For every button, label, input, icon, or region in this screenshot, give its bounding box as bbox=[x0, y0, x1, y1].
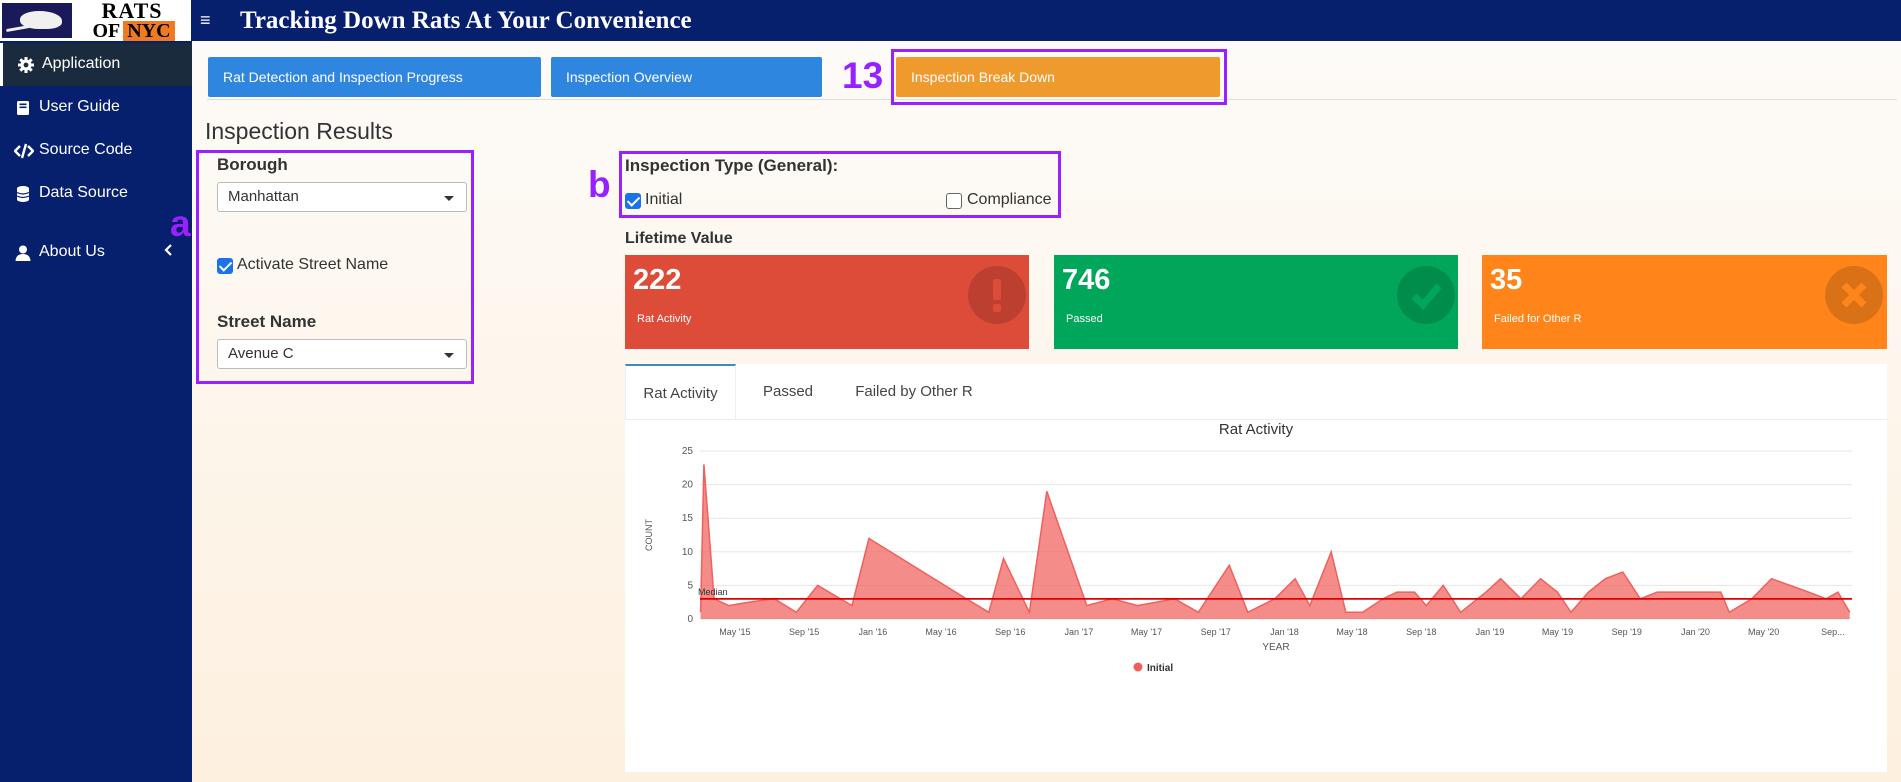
main-content: Rat Detection and Inspection Progress In… bbox=[170, 41, 1901, 782]
borough-select-value: Manhattan bbox=[228, 188, 299, 205]
annotation-label-13: 13 bbox=[842, 55, 884, 96]
check-icon bbox=[1397, 266, 1455, 324]
y-tick-label: 0 bbox=[687, 614, 693, 625]
value-box-number: 35 bbox=[1490, 264, 1523, 296]
x-tick-label: May '17 bbox=[1131, 627, 1162, 637]
rats-of-nyc-logo[interactable]: RATS OF NYC bbox=[0, 0, 191, 41]
value-box-rat-activity: 222 Rat Activity bbox=[625, 255, 1029, 349]
x-tick-label: May '16 bbox=[925, 627, 956, 637]
inspection-type-label: Inspection Type (General): bbox=[625, 156, 839, 175]
rat-logo-icon bbox=[2, 3, 72, 38]
y-axis-label: COUNT bbox=[644, 519, 654, 551]
y-tick-label: 20 bbox=[682, 480, 694, 491]
x-tick-label: May '20 bbox=[1748, 627, 1779, 637]
logo-word-nyc: NYC bbox=[123, 21, 175, 41]
rat-activity-chart: Rat Activity 0 5 10 15 20 25 COUNT May '15 Sep '1… bbox=[644, 421, 1852, 674]
tab-inspection-overview[interactable]: Inspection Overview bbox=[551, 57, 822, 97]
sidebar-item-label: Source Code bbox=[39, 141, 133, 158]
page-title: Inspection Results bbox=[205, 118, 393, 144]
x-tick-label: Sep '16 bbox=[995, 627, 1025, 637]
logo-word-rats: RATS bbox=[74, 0, 190, 22]
hamburger-icon[interactable]: ≡ bbox=[200, 8, 222, 32]
y-tick-label: 10 bbox=[682, 547, 694, 558]
sidebar-item-user-guide[interactable]: User Guide bbox=[0, 86, 192, 129]
activate-street-name-label: Activate Street Name bbox=[237, 256, 389, 273]
sidebar-item-label: Data Source bbox=[39, 184, 128, 201]
lifetime-value-title: Lifetime Value bbox=[625, 230, 733, 247]
gear-icon bbox=[17, 56, 35, 74]
x-tick-label: May '19 bbox=[1542, 627, 1573, 637]
sidebar-item-about-us[interactable]: About Us bbox=[0, 231, 192, 274]
activate-street-name-checkbox[interactable] bbox=[217, 258, 233, 274]
value-box-caption: Passed bbox=[1066, 313, 1103, 325]
y-tick-label: 5 bbox=[687, 580, 693, 591]
book-icon bbox=[14, 99, 32, 117]
x-tick-label: Jan '20 bbox=[1681, 627, 1710, 637]
x-tick-label: Sep... bbox=[1821, 627, 1845, 637]
borough-select[interactable]: Manhattan bbox=[217, 182, 467, 212]
x-icon bbox=[1825, 266, 1883, 324]
sidebar-item-source-code[interactable]: Source Code bbox=[0, 129, 192, 172]
median-label: Median bbox=[698, 587, 728, 597]
value-box-number: 222 bbox=[633, 264, 682, 296]
database-icon bbox=[14, 185, 32, 203]
chevron-left-icon[interactable] bbox=[164, 242, 174, 263]
chart-title: Rat Activity bbox=[1219, 421, 1294, 438]
y-tick-label: 15 bbox=[682, 513, 694, 524]
value-box-failed-other: 35 Failed for Other R bbox=[1482, 255, 1887, 349]
sidebar-item-label: About Us bbox=[39, 243, 105, 260]
y-tick-label: 25 bbox=[682, 446, 694, 457]
x-tick-label: Sep '18 bbox=[1406, 627, 1436, 637]
street-name-select-value: Avenue C bbox=[228, 345, 294, 362]
chart-tab-rat-activity[interactable]: Rat Activity bbox=[625, 364, 736, 419]
legend-label: Initial bbox=[1147, 663, 1173, 674]
initial-checkbox[interactable] bbox=[625, 193, 641, 209]
x-tick-label: Jan '18 bbox=[1270, 627, 1299, 637]
sidebar-item-data-source[interactable]: Data Source bbox=[0, 172, 192, 215]
exclamation-icon bbox=[968, 266, 1026, 324]
street-name-select[interactable]: Avenue C bbox=[217, 339, 467, 369]
sidebar: Application User Guide Source Code Data … bbox=[0, 41, 192, 782]
compliance-label: Compliance bbox=[967, 191, 1052, 208]
chart-card: Rat Activity Passed Failed by Other R Ra… bbox=[625, 364, 1887, 772]
x-tick-label: Jan '17 bbox=[1065, 627, 1094, 637]
x-tick-label: Jan '16 bbox=[858, 627, 887, 637]
value-box-number: 746 bbox=[1062, 264, 1111, 296]
value-box-caption: Failed for Other R bbox=[1494, 313, 1582, 325]
logo-word-of-nyc: OF NYC bbox=[74, 21, 190, 41]
legend-marker bbox=[1133, 662, 1143, 672]
sidebar-item-application[interactable]: Application bbox=[0, 43, 192, 86]
x-tick-label: May '15 bbox=[719, 627, 750, 637]
x-tick-label: May '18 bbox=[1336, 627, 1367, 637]
value-box-caption: Rat Activity bbox=[637, 313, 692, 325]
caret-down-icon bbox=[444, 196, 454, 201]
x-tick-label: Sep '15 bbox=[789, 627, 819, 637]
annotation-label-a: a bbox=[170, 203, 191, 244]
app-title: Tracking Down Rats At Your Convenience bbox=[240, 7, 692, 34]
annotation-label-b: b bbox=[588, 164, 611, 205]
logo-word-of: OF bbox=[89, 21, 124, 41]
value-box-passed: 746 Passed bbox=[1054, 255, 1458, 349]
chart-tab-failed-other[interactable]: Failed by Other R bbox=[840, 364, 988, 419]
street-name-label: Street Name bbox=[217, 312, 317, 331]
user-icon bbox=[14, 244, 32, 262]
initial-label: Initial bbox=[645, 191, 683, 208]
x-tick-label: Sep '19 bbox=[1612, 627, 1642, 637]
chart-tab-passed[interactable]: Passed bbox=[736, 364, 840, 419]
tab-rat-detection[interactable]: Rat Detection and Inspection Progress bbox=[208, 57, 541, 97]
annotation-box-tab bbox=[891, 49, 1227, 105]
x-tick-label: Sep '17 bbox=[1201, 627, 1231, 637]
x-axis-label: YEAR bbox=[1262, 642, 1289, 653]
borough-label: Borough bbox=[217, 155, 288, 174]
x-tick-label: Jan '19 bbox=[1476, 627, 1505, 637]
compliance-checkbox[interactable] bbox=[946, 193, 962, 209]
sidebar-item-label: Application bbox=[42, 55, 121, 72]
caret-down-icon bbox=[444, 353, 454, 358]
app-header: RATS OF NYC ≡ Tracking Down Rats At Your … bbox=[0, 0, 1901, 41]
sidebar-item-label: User Guide bbox=[39, 98, 120, 115]
code-icon bbox=[13, 142, 35, 160]
